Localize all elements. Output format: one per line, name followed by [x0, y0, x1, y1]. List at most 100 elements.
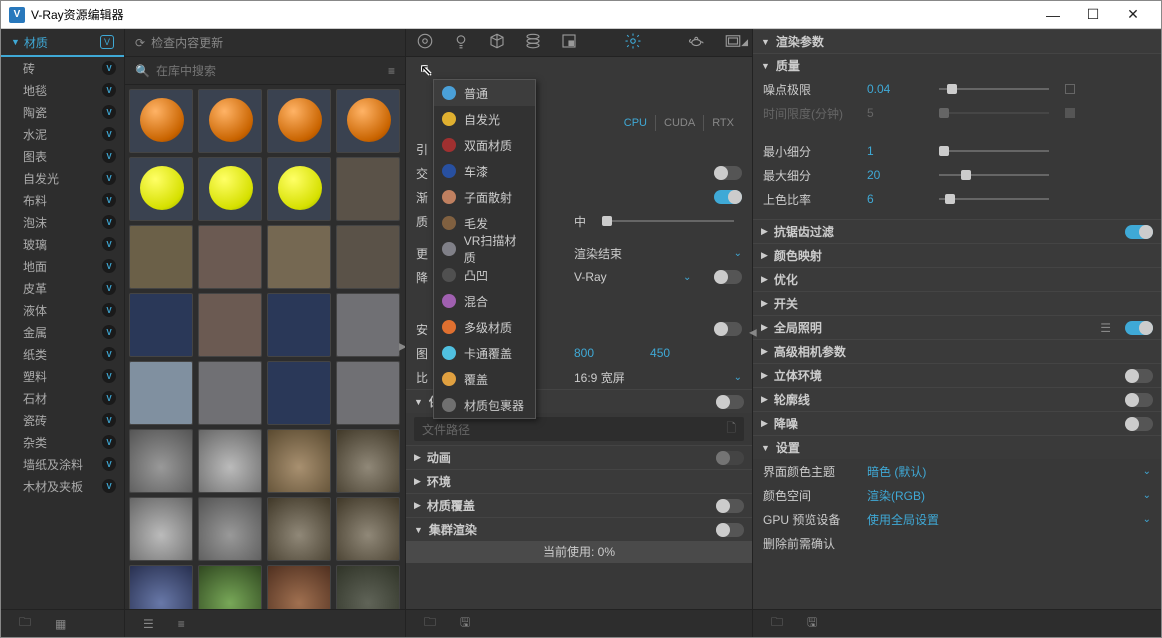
category-item[interactable]: 液体V — [1, 299, 124, 321]
material-thumb[interactable] — [198, 497, 262, 561]
category-item[interactable]: 图表V — [1, 145, 124, 167]
progressive-toggle[interactable] — [714, 190, 742, 204]
material-thumb[interactable] — [129, 497, 193, 561]
material-type-item[interactable]: VR扫描材质 — [434, 236, 535, 262]
save-image-toggle[interactable] — [716, 395, 744, 409]
category-item[interactable]: 石材V — [1, 387, 124, 409]
maximize-button[interactable]: ☐ — [1073, 6, 1113, 23]
material-thumb[interactable] — [336, 497, 400, 561]
material-thumb[interactable] — [129, 157, 193, 221]
dropdown-icon[interactable]: ⌄ — [1143, 466, 1151, 477]
list-small-icon[interactable]: ☰ — [143, 617, 154, 631]
denoise-section[interactable]: ▶降噪 — [753, 411, 1161, 435]
category-item[interactable]: 自发光V — [1, 167, 124, 189]
material-type-item[interactable]: 双面材质 — [434, 132, 535, 158]
panel-expand-handle[interactable]: ▶ — [399, 342, 405, 353]
geometry-tool-icon[interactable] — [488, 32, 506, 54]
material-thumb[interactable] — [336, 361, 400, 425]
theme-dropdown[interactable]: 暗色 (默认) — [867, 463, 926, 480]
lights-tool-icon[interactable] — [452, 32, 470, 54]
category-item[interactable]: 泡沫V — [1, 211, 124, 233]
interactive-toggle[interactable] — [714, 166, 742, 180]
max-subdiv-slider[interactable] — [939, 174, 1049, 176]
image-width-input[interactable]: 800 — [574, 346, 594, 360]
materials-tool-icon[interactable] — [416, 32, 434, 54]
material-thumb[interactable] — [336, 89, 400, 153]
material-type-item[interactable]: 卡通覆盖 — [434, 340, 535, 366]
noise-checkbox[interactable] — [1065, 84, 1075, 94]
render-params-header[interactable]: ▼渲染参数 — [753, 29, 1161, 53]
category-item[interactable]: 杂类V — [1, 431, 124, 453]
category-item[interactable]: 陶瓷V — [1, 101, 124, 123]
gi-section[interactable]: ▶全局照明☰ — [753, 315, 1161, 339]
contour-section[interactable]: ▶轮廓线 — [753, 387, 1161, 411]
folder-icon[interactable]: 🗀 — [424, 613, 436, 634]
optimization-section[interactable]: ▶优化 — [753, 267, 1161, 291]
material-thumb[interactable] — [336, 157, 400, 221]
category-item[interactable]: 木材及夹板V — [1, 475, 124, 497]
material-thumb[interactable] — [198, 565, 262, 609]
material-override-section[interactable]: ▶材质覆盖 — [406, 493, 752, 517]
noise-slider[interactable] — [939, 88, 1049, 90]
quality-slider[interactable] — [602, 220, 734, 222]
material-type-item[interactable]: 车漆 — [434, 158, 535, 184]
grid-view-icon[interactable]: ▦ — [55, 617, 66, 631]
settings-tool-icon[interactable] — [624, 32, 642, 54]
safe-frame-toggle[interactable] — [714, 322, 742, 336]
material-type-item[interactable]: 普通 — [434, 80, 535, 106]
material-type-item[interactable]: 材质包裹器 — [434, 392, 535, 418]
swarm-toggle[interactable] — [716, 523, 744, 537]
category-item[interactable]: 塑料V — [1, 365, 124, 387]
category-item[interactable]: 皮革V — [1, 277, 124, 299]
aa-filter-toggle[interactable] — [1125, 225, 1153, 239]
material-thumb[interactable] — [198, 293, 262, 357]
material-thumb[interactable] — [267, 361, 331, 425]
colorspace-dropdown[interactable]: 渲染(RGB) — [867, 487, 925, 504]
gi-toggle[interactable] — [1125, 321, 1153, 335]
folder-icon[interactable]: 🗀 — [771, 613, 783, 634]
dropdown-icon[interactable]: ⌄ — [1143, 514, 1151, 525]
render-output-icon[interactable] — [560, 32, 578, 54]
material-thumb[interactable] — [198, 429, 262, 493]
material-thumb[interactable] — [336, 293, 400, 357]
material-thumb[interactable] — [267, 565, 331, 609]
material-thumb[interactable] — [198, 361, 262, 425]
category-item[interactable]: 布料V — [1, 189, 124, 211]
material-type-item[interactable]: 多级材质 — [434, 314, 535, 340]
gpu-preview-dropdown[interactable]: 使用全局设置 — [867, 511, 939, 528]
frame-render-icon[interactable] — [724, 32, 742, 54]
material-thumb[interactable] — [129, 565, 193, 609]
material-thumb[interactable] — [267, 225, 331, 289]
stereo-toggle[interactable] — [1125, 369, 1153, 383]
gi-options-icon[interactable]: ☰ — [1100, 321, 1111, 335]
material-thumb[interactable] — [267, 157, 331, 221]
max-subdiv-input[interactable]: 20 — [867, 168, 923, 182]
material-thumb[interactable] — [267, 293, 331, 357]
category-item[interactable]: 地面V — [1, 255, 124, 277]
list-large-icon[interactable]: ≡ — [178, 617, 185, 631]
settings-section[interactable]: ▼设置 — [753, 435, 1161, 459]
category-item[interactable]: 水泥V — [1, 123, 124, 145]
time-checkbox[interactable] — [1065, 108, 1075, 118]
teapot-render-icon[interactable] — [688, 32, 706, 54]
switches-section[interactable]: ▶开关 — [753, 291, 1161, 315]
material-thumb[interactable] — [129, 361, 193, 425]
time-limit-input[interactable]: 5 — [867, 106, 923, 120]
rtx-tab[interactable]: RTX — [704, 115, 742, 131]
category-item[interactable]: 纸类V — [1, 343, 124, 365]
category-item[interactable]: 墙纸及涂料V — [1, 453, 124, 475]
contour-toggle[interactable] — [1125, 393, 1153, 407]
dropdown-icon[interactable]: ⌄ — [683, 272, 691, 283]
color-mapping-section[interactable]: ▶颜色映射 — [753, 243, 1161, 267]
material-type-item[interactable]: 子面散射 — [434, 184, 535, 210]
category-item[interactable]: 金属V — [1, 321, 124, 343]
material-type-item[interactable]: 混合 — [434, 288, 535, 314]
toolbar-overflow-icon[interactable]: ◢ — [741, 37, 748, 48]
material-thumb[interactable] — [336, 565, 400, 609]
category-item[interactable]: 玻璃V — [1, 233, 124, 255]
min-subdiv-slider[interactable] — [939, 150, 1049, 152]
aa-filter-section[interactable]: ▶抗锯齿过滤 — [753, 219, 1161, 243]
denoise-toggle[interactable] — [1125, 417, 1153, 431]
material-thumb[interactable] — [267, 429, 331, 493]
check-update-label[interactable]: 检查内容更新 — [151, 34, 223, 51]
